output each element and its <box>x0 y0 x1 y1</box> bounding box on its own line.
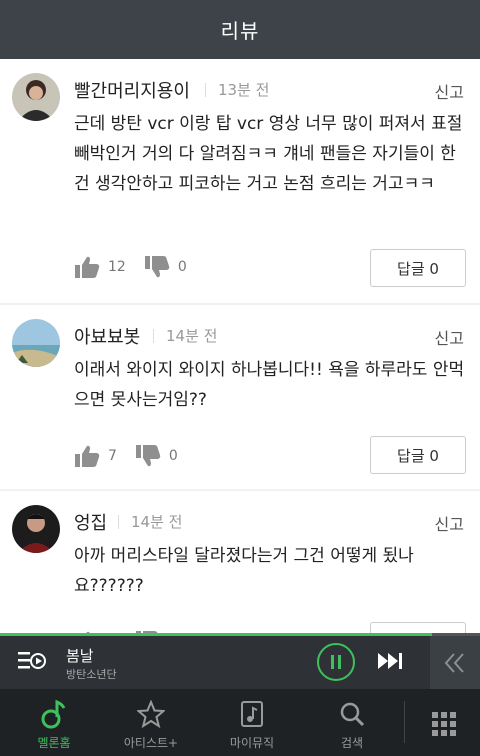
avatar[interactable] <box>12 73 60 121</box>
thumbs-up-icon <box>75 445 100 467</box>
tab-my-music[interactable]: 마이뮤직 <box>220 689 284 756</box>
music-file-icon <box>239 699 265 729</box>
search-icon <box>338 699 366 729</box>
playlist-icon[interactable] <box>18 650 46 676</box>
dislike-count: 0 <box>168 448 178 464</box>
comment-nickname[interactable]: 엉집 <box>74 509 107 535</box>
comment-time-text: 14분 전 <box>166 327 218 345</box>
reply-button[interactable]: 답글 0 <box>370 249 466 287</box>
progress-bar[interactable] <box>0 633 432 636</box>
star-icon <box>137 699 165 729</box>
like-count: 7 <box>108 448 117 464</box>
mini-player[interactable]: 봄날 방탄소년단 <box>0 633 480 689</box>
grid-menu-icon <box>431 709 457 739</box>
like-count: 12 <box>108 259 126 275</box>
pause-button[interactable] <box>317 643 355 681</box>
tab-label: 아티스트+ <box>123 736 179 750</box>
comment-time-text: 14분 전 <box>131 513 183 531</box>
page-title: 리뷰 <box>220 19 260 43</box>
thumbs-down-icon <box>135 445 161 467</box>
comment-actions: 7 0 <box>74 444 196 468</box>
comment-time: 14분 전 <box>118 511 182 532</box>
thumbs-up-icon <box>75 256 100 278</box>
like-button[interactable]: 12 <box>74 255 126 279</box>
song-title[interactable]: 봄날 <box>66 645 94 666</box>
comment-list[interactable]: 빨간머리지용이 13분 전 신고 근데 방탄 vcr 이랑 탑 vcr 영상 너… <box>0 59 480 633</box>
tab-search[interactable]: 검색 <box>322 689 382 756</box>
dislike-button[interactable]: 0 <box>144 255 187 279</box>
tab-label: 마이뮤직 <box>229 736 275 750</box>
thumbs-down-icon <box>144 256 170 278</box>
comment-nickname[interactable]: 아뵤뵤봇 <box>74 323 140 349</box>
dislike-count: 0 <box>177 259 187 275</box>
tab-menu[interactable] <box>418 689 470 756</box>
next-track-button[interactable] <box>376 651 404 675</box>
comment-text: 근데 방탄 vcr 이랑 탑 vcr 영상 너무 많이 퍼져서 표절빼박인거 거… <box>74 114 463 194</box>
like-button[interactable]: 7 <box>74 444 117 468</box>
comment-time-text: 13분 전 <box>218 81 270 99</box>
tab-label: 검색 <box>340 736 364 750</box>
player-collapse-button[interactable] <box>430 636 480 689</box>
tab-melon-home[interactable]: 멜론홈 <box>24 689 84 756</box>
divider <box>404 701 405 743</box>
comment-text: 아까 머리스타일 달라졌다는거 그건 어떻게 됬나요?????? <box>74 546 414 596</box>
report-button[interactable]: 신고 <box>435 325 464 349</box>
tab-label: 멜론홈 <box>37 736 71 750</box>
reply-button[interactable]: 답글 1 <box>370 622 466 633</box>
report-button[interactable]: 신고 <box>435 79 464 103</box>
pause-icon <box>331 655 341 669</box>
reply-button[interactable]: 답글 0 <box>370 436 466 474</box>
comment-item: 아뵤뵤봇 14분 전 신고 이래서 와이지 와이지 하나봅니다!! 욕을 하루라… <box>0 305 480 489</box>
melon-note-icon <box>40 699 68 729</box>
comment-text: 이래서 와이지 와이지 하나봅니다!! 욕을 하루라도 안먹으면 못사는거임?? <box>74 360 465 410</box>
dislike-button[interactable]: 0 <box>135 444 178 468</box>
double-chevron-left-icon <box>444 652 464 673</box>
tab-artist-plus[interactable]: 아티스트+ <box>116 689 186 756</box>
comment-item: 엉집 14분 전 신고 아까 머리스타일 달라졌다는거 그건 어떻게 됬나요??… <box>0 491 480 633</box>
comment-time: 14분 전 <box>153 325 217 346</box>
song-artist[interactable]: 방탄소년단 <box>66 666 117 682</box>
divider <box>118 514 119 529</box>
comment-actions: 12 0 <box>74 255 205 279</box>
app-header: 리뷰 <box>0 0 480 59</box>
comment-nickname[interactable]: 빨간머리지용이 <box>74 77 190 103</box>
divider <box>205 82 206 97</box>
comment-item: 빨간머리지용이 13분 전 신고 근데 방탄 vcr 이랑 탑 vcr 영상 너… <box>0 59 480 303</box>
comment-time: 13분 전 <box>205 79 269 100</box>
avatar[interactable] <box>12 319 60 367</box>
avatar[interactable] <box>12 505 60 553</box>
report-button[interactable]: 신고 <box>435 511 464 535</box>
next-track-icon <box>378 653 402 669</box>
divider <box>153 328 154 343</box>
bottom-tab-bar: 멜론홈 아티스트+ 마이뮤직 검색 <box>0 689 480 756</box>
